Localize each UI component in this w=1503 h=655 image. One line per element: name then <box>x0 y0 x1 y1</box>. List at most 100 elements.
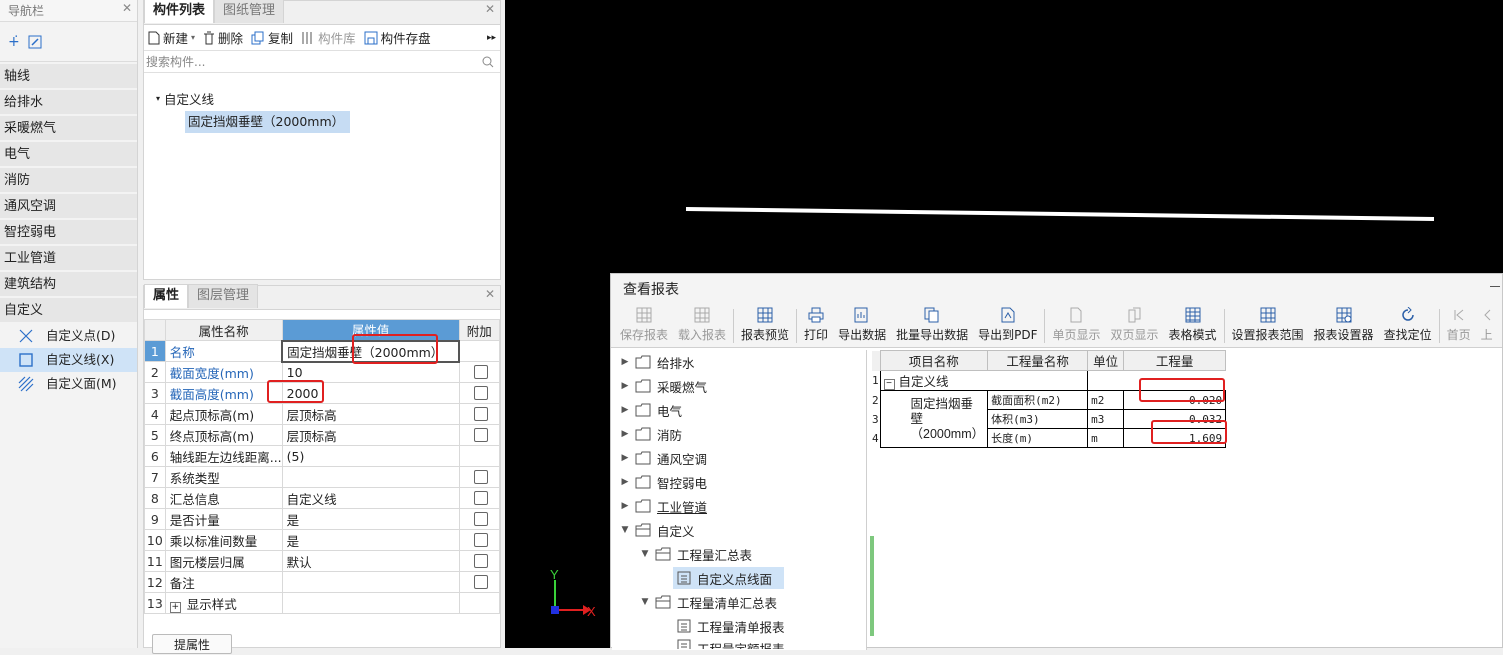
extra-checkbox[interactable] <box>474 407 489 421</box>
component-item-selected[interactable]: 固定挡烟垂壁（2000mm） <box>185 111 351 133</box>
extra-checkbox[interactable] <box>474 533 489 547</box>
report-tree-node-selected[interactable]: 自定义点线面 <box>673 567 785 589</box>
delete-button[interactable]: 删除 <box>203 28 243 47</box>
tab-properties[interactable]: 属性 <box>144 284 189 308</box>
edit-icon[interactable] <box>28 35 42 49</box>
batch-export-button[interactable]: 批量导出数据 <box>891 307 973 343</box>
tab-layer-management[interactable]: 图层管理 <box>188 284 259 308</box>
nav-item-custom-face[interactable]: 自定义面(M) <box>0 372 137 396</box>
nav-category-smart-weak[interactable]: 智控弱电 <box>0 220 137 246</box>
load-report-button[interactable]: 载入报表 <box>673 307 731 343</box>
expand-arrow-icon[interactable]: ▶ <box>621 381 629 391</box>
more-icon[interactable]: ▸▸ <box>487 33 496 43</box>
expand-plus-icon[interactable]: + <box>169 601 181 613</box>
report-tree-node[interactable]: 工程量清单报表 <box>677 615 785 637</box>
property-row[interactable]: 4 起点顶标高(m) 层顶标高 <box>144 403 501 425</box>
close-icon[interactable]: ✕ <box>122 2 132 14</box>
copy-button[interactable]: 复制 <box>251 28 293 47</box>
collapse-arrow-icon[interactable]: ▼ <box>641 549 649 559</box>
report-tree-node[interactable]: ▶ 采暖燃气 <box>621 375 707 397</box>
property-row[interactable]: 9 是否计量 是 <box>144 508 501 530</box>
search-input[interactable]: 搜索构件... <box>146 53 205 70</box>
expand-icon[interactable]: ▾ <box>156 94 160 103</box>
report-tree-node[interactable]: ▶ 智控弱电 <box>621 471 707 493</box>
nav-category-hvac[interactable]: 通风空调 <box>0 194 137 220</box>
collapse-minus-icon[interactable]: − <box>883 379 895 390</box>
property-value[interactable]: 是 <box>281 508 460 530</box>
close-icon[interactable]: ✕ <box>485 3 495 15</box>
report-preview-button[interactable]: 报表预览 <box>736 307 794 343</box>
print-button[interactable]: 打印 <box>799 307 833 343</box>
expand-arrow-icon[interactable]: ▶ <box>621 429 629 439</box>
property-value[interactable]: 层顶标高 <box>281 424 460 446</box>
collapse-arrow-icon[interactable]: ▼ <box>641 597 649 607</box>
nav-category-electrical[interactable]: 电气 <box>0 142 137 168</box>
nav-category-plumbing[interactable]: 给排水 <box>0 90 137 116</box>
minimize-icon[interactable] <box>1490 286 1500 287</box>
property-value[interactable]: 层顶标高 <box>281 403 460 425</box>
nav-item-custom-point[interactable]: 自定义点(D) <box>0 324 137 348</box>
property-value[interactable]: 默认 <box>281 550 460 572</box>
tab-component-list[interactable]: 构件列表 <box>144 0 215 23</box>
first-page-button[interactable]: 首页 <box>1442 307 1476 343</box>
report-settings-button[interactable]: 报表设置器 <box>1309 307 1379 343</box>
nav-category-fire[interactable]: 消防 <box>0 168 137 194</box>
extra-checkbox[interactable] <box>474 428 489 442</box>
extra-checkbox[interactable] <box>474 365 489 379</box>
extra-checkbox[interactable] <box>474 491 489 505</box>
collapse-arrow-icon[interactable]: ▼ <box>621 525 629 535</box>
export-data-button[interactable]: 导出数据 <box>833 307 891 343</box>
property-value[interactable]: 自定义线 <box>281 487 460 509</box>
property-value[interactable] <box>281 466 460 488</box>
property-row[interactable]: 5 终点顶标高(m) 层顶标高 <box>144 424 501 446</box>
extra-checkbox[interactable] <box>474 386 489 400</box>
add-icon[interactable]: +̇ <box>8 34 20 50</box>
property-value[interactable]: 是 <box>281 529 460 551</box>
table-mode-button[interactable]: 表格模式 <box>1164 307 1222 343</box>
nav-category-custom[interactable]: 自定义 <box>0 298 137 324</box>
extra-checkbox[interactable] <box>474 470 489 484</box>
expand-arrow-icon[interactable]: ▶ <box>621 501 629 511</box>
new-button[interactable]: 新建 ▾ <box>148 28 195 47</box>
property-row[interactable]: 8 汇总信息 自定义线 <box>144 487 501 509</box>
property-value[interactable] <box>281 592 460 614</box>
set-report-range-button[interactable]: 设置报表范围 <box>1227 307 1309 343</box>
bottom-button[interactable]: 提属性 <box>152 634 232 654</box>
property-row[interactable]: 1 名称 固定挡烟垂壁（2000mm） <box>144 339 501 363</box>
single-page-button[interactable]: 单页显示 <box>1047 307 1105 343</box>
report-tree-node[interactable]: ▶ 给排水 <box>621 351 695 373</box>
tree-root-node[interactable]: ▾ 自定义线 <box>156 89 214 108</box>
save-report-button[interactable]: 保存报表 <box>615 307 673 343</box>
property-value[interactable]: (5) <box>281 445 460 467</box>
property-value[interactable] <box>281 571 460 593</box>
double-page-button[interactable]: 双页显示 <box>1106 307 1164 343</box>
nav-category-axis[interactable]: 轴线 <box>0 64 137 90</box>
save-component-button[interactable]: 构件存盘 <box>364 28 431 47</box>
component-search[interactable]: 搜索构件... <box>144 51 500 73</box>
report-tree-node[interactable]: ▼ 自定义 <box>621 519 695 541</box>
report-tree-node[interactable]: ▼ 工程量汇总表 <box>641 543 752 565</box>
expand-arrow-icon[interactable]: ▶ <box>621 357 629 367</box>
nav-category-structure[interactable]: 建筑结构 <box>0 272 137 298</box>
extra-checkbox[interactable] <box>474 512 489 526</box>
library-button[interactable]: 构件库 <box>301 28 356 47</box>
expand-arrow-icon[interactable]: ▶ <box>621 405 629 415</box>
property-row[interactable]: 7 系统类型 <box>144 466 501 488</box>
extra-checkbox[interactable] <box>474 575 489 589</box>
property-row[interactable]: 12 备注 <box>144 571 501 593</box>
nav-item-custom-line[interactable]: 自定义线(X) <box>0 348 137 372</box>
property-row[interactable]: 11 图元楼层归属 默认 <box>144 550 501 572</box>
nav-category-industrial-pipe[interactable]: 工业管道 <box>0 246 137 272</box>
tab-drawing-management[interactable]: 图纸管理 <box>214 0 285 23</box>
expand-arrow-icon[interactable]: ▶ <box>621 477 629 487</box>
nav-category-heating-gas[interactable]: 采暖燃气 <box>0 116 137 142</box>
report-tree-node[interactable]: ▶ 通风空调 <box>621 447 707 469</box>
property-row[interactable]: 6 轴线距左边线距离... (5) <box>144 445 501 467</box>
property-row[interactable]: 10 乘以标准间数量 是 <box>144 529 501 551</box>
property-row[interactable]: 13 + 显示样式 <box>144 592 501 614</box>
dropdown-icon[interactable]: ▾ <box>191 33 195 42</box>
close-icon[interactable]: ✕ <box>485 288 495 300</box>
report-tree-node[interactable]: ▶ 电气 <box>621 399 682 421</box>
prev-page-button[interactable]: 上 <box>1476 307 1498 343</box>
extra-checkbox[interactable] <box>474 554 489 568</box>
